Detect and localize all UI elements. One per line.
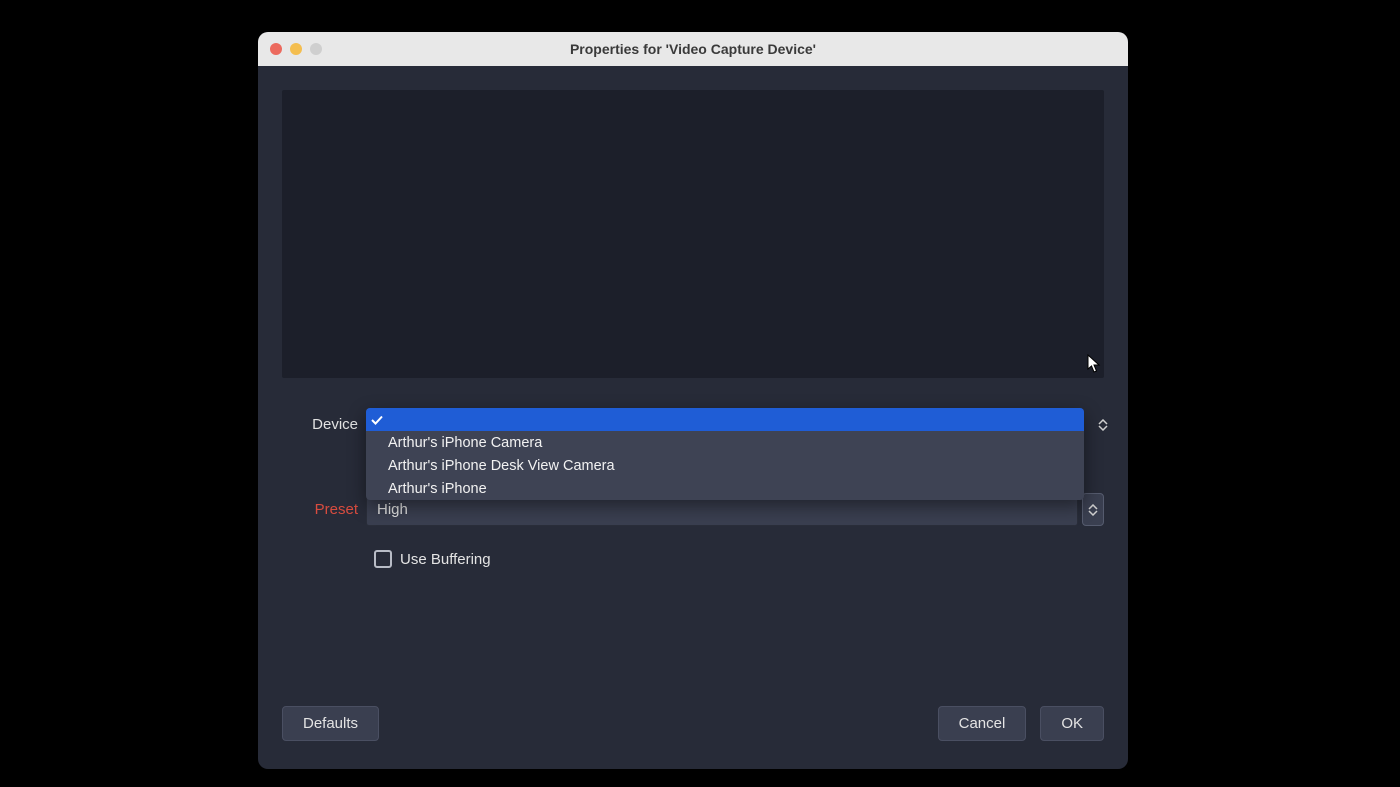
device-option-2[interactable]: Arthur's iPhone Desk View Camera <box>366 454 1084 477</box>
form: Device Arthur's iPhone CameraArthur's iP… <box>282 408 1104 568</box>
preset-stepper[interactable] <box>1082 493 1104 526</box>
titlebar: Properties for 'Video Capture Device' <box>258 32 1128 66</box>
device-dropdown[interactable]: Arthur's iPhone Camera Arthur's iPhone De… <box>366 408 1084 500</box>
device-option-3[interactable]: Arthur's iPhone <box>366 477 1084 500</box>
chevron-down-icon <box>1088 510 1098 516</box>
cancel-button[interactable]: Cancel <box>938 706 1027 741</box>
device-option-label: Arthur's iPhone <box>388 481 487 497</box>
zoom-window-button <box>310 43 322 55</box>
check-icon <box>370 413 384 427</box>
device-option-1[interactable]: Arthur's iPhone Camera <box>366 431 1084 454</box>
ok-button[interactable]: OK <box>1040 706 1104 741</box>
device-row: Device Arthur's iPhone CameraArthur's iP… <box>282 408 1104 441</box>
properties-dialog: Properties for 'Video Capture Device' De… <box>258 32 1128 769</box>
minimize-window-button[interactable] <box>290 43 302 55</box>
window-title: Properties for 'Video Capture Device' <box>570 41 816 57</box>
device-option-0[interactable] <box>366 408 1084 431</box>
dialog-footer: Defaults Cancel OK <box>282 706 1104 741</box>
device-option-label: Arthur's iPhone Desk View Camera <box>388 458 615 474</box>
preset-label: Preset <box>282 501 366 518</box>
close-window-button[interactable] <box>270 43 282 55</box>
use-buffering-label: Use Buffering <box>400 551 491 568</box>
device-option-label: Arthur's iPhone Camera <box>388 435 542 451</box>
device-label: Device <box>282 416 366 433</box>
select-chevron-icon[interactable] <box>1094 414 1112 436</box>
dialog-body: Device Arthur's iPhone CameraArthur's iP… <box>258 66 1128 769</box>
window-controls <box>270 43 322 55</box>
preset-value: High <box>377 501 408 518</box>
video-preview <box>282 90 1104 378</box>
use-buffering-checkbox[interactable] <box>374 550 392 568</box>
use-buffering-row: Use Buffering <box>374 550 1104 568</box>
defaults-button[interactable]: Defaults <box>282 706 379 741</box>
